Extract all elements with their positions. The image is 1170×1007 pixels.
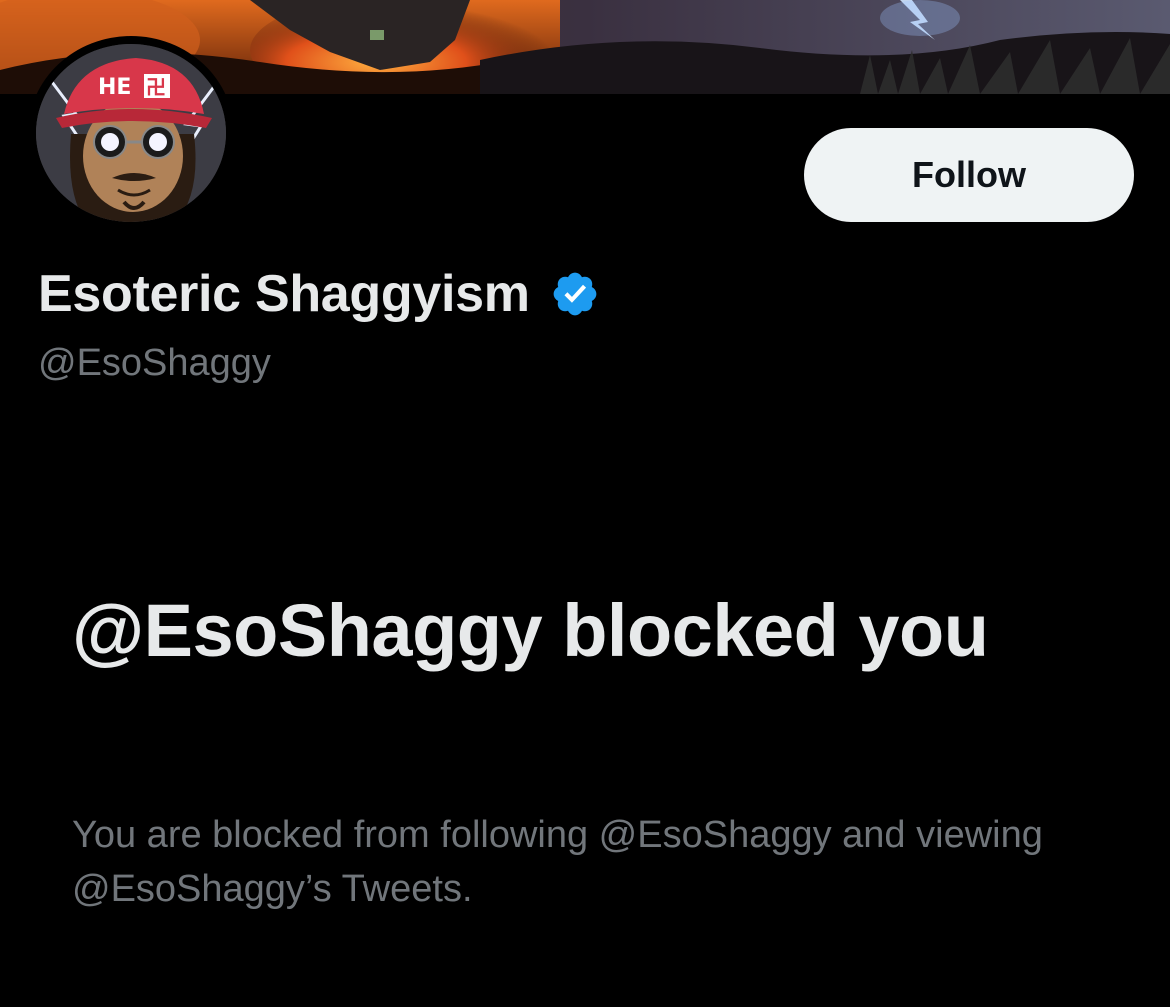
user-handle: @EsoShaggy [38, 342, 271, 384]
display-name-row: Esoteric Shaggyism [38, 258, 600, 330]
profile-page: HE 卍 Follow Esoteric Shaggyism @EsoShagg… [0, 0, 1170, 1007]
verified-badge-icon[interactable] [550, 269, 600, 319]
blocked-description: You are blocked from following @EsoShagg… [72, 814, 1043, 910]
avatar-cap-text: HE [98, 75, 131, 100]
display-name: Esoteric Shaggyism [38, 265, 530, 323]
follow-button[interactable]: Follow [804, 128, 1134, 222]
blocked-heading: @EsoShaggy blocked you [72, 589, 989, 672]
profile-avatar-container: HE 卍 [28, 36, 234, 230]
avatar[interactable]: HE 卍 [36, 44, 226, 222]
avatar-cap-symbol: 卍 [146, 75, 166, 99]
